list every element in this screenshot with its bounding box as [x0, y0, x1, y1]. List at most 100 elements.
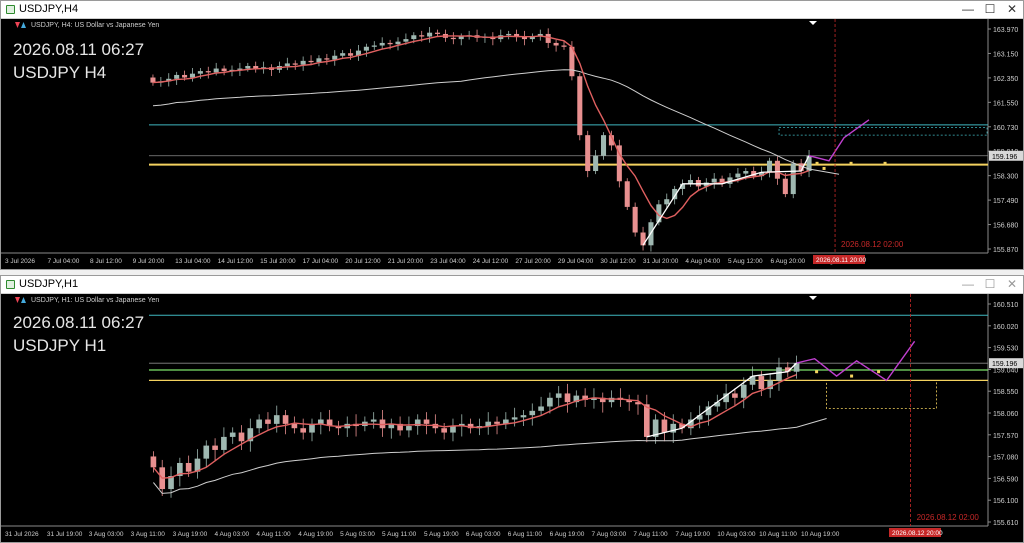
- minimize-icon[interactable]: —: [959, 277, 977, 292]
- price-chart-h4[interactable]: 163.970163.150162.350161.550160.730159.9…: [1, 19, 1023, 269]
- time-tick-label: 23 Jul 04:00: [430, 258, 466, 265]
- candle-body: [743, 171, 749, 174]
- candle-body: [185, 462, 192, 472]
- window-title: USDJPY,H4: [19, 3, 79, 15]
- fast-moving-average: [152, 373, 797, 479]
- candle-body: [643, 404, 650, 437]
- target-zone-box: [826, 380, 937, 410]
- symbol-description: USDJPY, H4: US Dollar vs Japanese Yen: [31, 22, 160, 29]
- price-chart-h1[interactable]: 160.510 160.020 159.530 159.196 159.040 158.5…: [1, 294, 1023, 542]
- candle-body: [273, 415, 280, 424]
- pattern-point-marker: [815, 161, 819, 165]
- window-titlebar-h4[interactable]: USDJPY,H4 — ☐ ✕: [1, 1, 1023, 19]
- time-tick-label: 21 Jul 20:00: [388, 258, 424, 265]
- candle-body: [371, 45, 377, 47]
- time-tick-label: 13 Jul 04:00: [175, 258, 211, 265]
- candle-body: [265, 419, 271, 424]
- projection-path: [808, 119, 870, 162]
- target-zone-box: [778, 127, 988, 136]
- candle-body: [624, 181, 630, 207]
- candle-body: [458, 36, 464, 40]
- chart-canvas-h1[interactable]: 160.510160.020159.530159.196159.040158.5…: [1, 294, 1023, 542]
- maximize-icon[interactable]: ☐: [981, 2, 999, 17]
- candle-body: [284, 63, 290, 66]
- price-tick-label: 159.040: [993, 367, 1018, 374]
- pattern-point-marker: [849, 161, 853, 165]
- candle-body: [766, 160, 773, 173]
- close-icon[interactable]: ✕: [1003, 2, 1021, 17]
- candle-body: [203, 445, 210, 459]
- time-tick-label: 31 Jul 20:00: [643, 258, 679, 265]
- current-price-label: 159.196: [992, 154, 1017, 161]
- time-tick-label: 6 Aug 19:00: [550, 531, 585, 538]
- candle-body: [379, 42, 385, 46]
- candle-body: [593, 155, 599, 172]
- candle-body: [221, 436, 227, 450]
- candle-body: [441, 428, 447, 433]
- close-icon[interactable]: ✕: [1003, 277, 1021, 292]
- candle-body: [174, 74, 180, 79]
- time-tick-label: 5 Aug 12:00: [728, 258, 763, 265]
- candle-body: [238, 432, 245, 442]
- time-tick-label: 7 Aug 03:00: [592, 531, 627, 538]
- price-tick-label: 161.550: [993, 100, 1018, 107]
- time-tick-label: 5 Aug 11:00: [382, 531, 417, 538]
- future-time-label: 2026.08.12 02:00: [917, 513, 980, 522]
- price-tick-label: 160.020: [993, 324, 1018, 331]
- time-tick-label: 10 Aug 11:00: [759, 531, 797, 538]
- time-tick-label: 14 Jul 12:00: [218, 258, 254, 265]
- candle-body: [212, 445, 218, 450]
- candle-body: [664, 199, 670, 205]
- candle-body: [600, 135, 607, 156]
- symbol-icon: [15, 22, 27, 29]
- time-tick-label: 4 Aug 03:00: [214, 531, 249, 538]
- candle-body: [553, 42, 559, 46]
- maximize-icon[interactable]: ☐: [981, 277, 999, 292]
- candle-body: [406, 426, 412, 431]
- price-tick-label: 155.870: [993, 247, 1018, 254]
- candle-body: [403, 39, 409, 42]
- candle-body: [506, 33, 512, 36]
- pattern-point-marker: [850, 374, 854, 378]
- harmonic-pattern-line: [646, 362, 798, 438]
- candle-body: [790, 163, 796, 195]
- minimize-icon[interactable]: —: [959, 2, 977, 17]
- time-tick-label: 3 Aug 11:00: [131, 531, 166, 538]
- candle-body: [411, 35, 417, 40]
- chart-window-h4[interactable]: USDJPY,H4 — ☐ ✕ 163.970 163.150 162.350 161…: [0, 0, 1024, 270]
- time-tick-label: 29 Jul 04:00: [558, 258, 594, 265]
- time-tick-label: 20 Jul 12:00: [345, 258, 381, 265]
- candle-body: [292, 63, 298, 65]
- symbol-icon: [15, 297, 27, 304]
- time-tick-label: 31 Jul 19:00: [47, 531, 83, 538]
- candle-body: [585, 135, 591, 172]
- candle-body: [256, 419, 262, 429]
- projection-path: [796, 340, 916, 382]
- candle-body: [511, 417, 518, 420]
- price-tick-label: 158.550: [993, 389, 1018, 396]
- candle-body: [758, 376, 765, 390]
- time-tick-label: 10 Aug 19:00: [801, 531, 840, 538]
- time-tick-label: 17 Jul 04:00: [303, 258, 339, 265]
- candle-body: [545, 33, 551, 43]
- time-tick-label: 5 Aug 19:00: [424, 531, 459, 538]
- price-tick-label: 158.300: [993, 174, 1018, 181]
- time-tick-label: 3 Jul 2026: [5, 258, 35, 265]
- time-tick-label: 31 Jul 2026: [5, 531, 39, 538]
- candle-body: [197, 71, 203, 74]
- slow-moving-average: [152, 69, 840, 175]
- overlay-symbol: USDJPY H4: [13, 63, 107, 82]
- price-tick-label: 157.570: [993, 433, 1018, 440]
- time-tick-label: 10 Aug 03:00: [717, 531, 756, 538]
- chart-shift-marker: [809, 21, 817, 25]
- candle-body: [316, 58, 322, 63]
- price-tick-label: 160.510: [993, 302, 1018, 309]
- chart-window-h1[interactable]: USDJPY,H1 — ☐ ✕ 160.510 160.020 159.530 159…: [0, 275, 1024, 543]
- window-titlebar-h1[interactable]: USDJPY,H1 — ☐ ✕: [1, 276, 1023, 294]
- time-tick-label: 4 Aug 11:00: [256, 531, 291, 538]
- candle-body: [308, 60, 314, 63]
- slow-moving-average: [153, 418, 827, 494]
- candle-body: [661, 419, 668, 433]
- candle-body: [735, 173, 741, 178]
- chart-canvas-h4[interactable]: 163.970163.150162.350161.550160.730159.9…: [1, 19, 1023, 269]
